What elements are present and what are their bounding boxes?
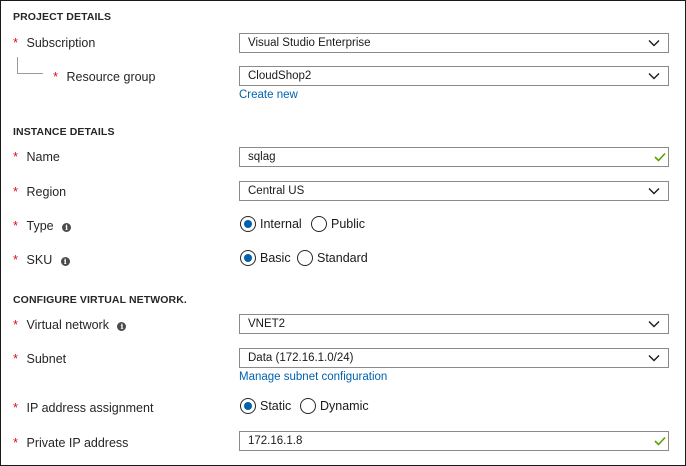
region-dropdown[interactable]: Central US	[239, 181, 669, 201]
private-ip-input[interactable]: 172.16.1.8	[239, 431, 669, 451]
virtual-network-label-row: * Virtual network i	[13, 316, 127, 334]
region-label: Region	[26, 185, 67, 199]
sku-label-row: * SKU i	[13, 251, 70, 269]
required-marker: *	[13, 317, 19, 332]
virtual-network-dropdown[interactable]: VNET2	[239, 314, 669, 334]
region-value: Central US	[248, 185, 305, 197]
region-label-row: * Region	[13, 183, 66, 201]
resource-group-label-row: * Resource group	[53, 68, 155, 86]
ip-dynamic-label[interactable]: Dynamic	[320, 399, 369, 413]
subnet-dropdown[interactable]: Data (172.16.1.0/24)	[239, 348, 669, 368]
info-icon[interactable]: i	[62, 223, 72, 232]
chevron-down-icon	[648, 73, 660, 80]
subscription-label: Subscription	[26, 36, 96, 50]
required-marker: *	[13, 35, 19, 50]
chevron-down-icon	[648, 321, 660, 328]
virtual-network-label: Virtual network	[26, 318, 109, 332]
required-marker: *	[13, 218, 19, 233]
name-value: sqlag	[248, 151, 276, 163]
sku-basic-label[interactable]: Basic	[260, 251, 291, 265]
type-internal-radio[interactable]	[240, 216, 256, 232]
manage-subnet-link[interactable]: Manage subnet configuration	[239, 371, 387, 383]
private-ip-label-row: * Private IP address	[13, 434, 128, 452]
resource-group-value: CloudShop2	[248, 70, 312, 82]
subnet-label-row: * Subnet	[13, 350, 66, 368]
tree-connector-horizontal	[17, 73, 43, 74]
type-label-row: * Type i	[13, 217, 72, 235]
type-public-label[interactable]: Public	[331, 217, 365, 231]
ip-dynamic-radio[interactable]	[300, 398, 316, 414]
section-title-project-details: PROJECT DETAILS	[13, 11, 112, 23]
name-input[interactable]: sqlag	[239, 147, 669, 167]
required-marker: *	[13, 435, 19, 450]
required-marker: *	[13, 149, 19, 164]
required-marker: *	[13, 252, 19, 267]
resource-group-label: Resource group	[66, 70, 156, 84]
required-marker: *	[13, 400, 19, 415]
virtual-network-value: VNET2	[248, 318, 286, 330]
resource-group-dropdown[interactable]: CloudShop2	[239, 66, 669, 86]
type-public-radio[interactable]	[311, 216, 327, 232]
subnet-value: Data (172.16.1.0/24)	[248, 352, 354, 364]
tree-connector-vertical	[17, 57, 18, 73]
ip-static-label[interactable]: Static	[260, 399, 291, 413]
subscription-label-row: * Subscription	[13, 34, 95, 52]
required-marker: *	[13, 351, 19, 366]
section-title-virtual-network: CONFIGURE VIRTUAL NETWORK.	[13, 294, 187, 306]
checkmark-icon	[654, 152, 666, 162]
chevron-down-icon	[648, 40, 660, 47]
private-ip-label: Private IP address	[26, 436, 129, 450]
sku-basic-radio[interactable]	[240, 250, 256, 266]
subnet-label: Subnet	[26, 352, 67, 366]
required-marker: *	[13, 184, 19, 199]
required-marker: *	[53, 69, 59, 84]
type-internal-label[interactable]: Internal	[260, 217, 302, 231]
name-label-row: * Name	[13, 148, 60, 166]
private-ip-value: 172.16.1.8	[248, 435, 303, 447]
subscription-value: Visual Studio Enterprise	[248, 37, 371, 49]
ip-assignment-label-row: * IP address assignment	[13, 399, 153, 417]
create-load-balancer-form: PROJECT DETAILS * Subscription Visual St…	[0, 0, 686, 466]
type-label: Type	[26, 219, 54, 233]
sku-label: SKU	[26, 253, 53, 267]
info-icon[interactable]: i	[60, 257, 70, 266]
checkmark-icon	[654, 436, 666, 446]
name-label: Name	[26, 150, 60, 164]
ip-static-radio[interactable]	[240, 398, 256, 414]
chevron-down-icon	[648, 188, 660, 195]
section-title-instance-details: INSTANCE DETAILS	[13, 126, 115, 138]
info-icon[interactable]: i	[117, 322, 127, 331]
ip-assignment-label: IP address assignment	[26, 401, 154, 415]
sku-standard-radio[interactable]	[297, 250, 313, 266]
subscription-dropdown[interactable]: Visual Studio Enterprise	[239, 33, 669, 53]
create-new-link[interactable]: Create new	[239, 89, 298, 101]
sku-standard-label[interactable]: Standard	[317, 251, 368, 265]
chevron-down-icon	[648, 355, 660, 362]
